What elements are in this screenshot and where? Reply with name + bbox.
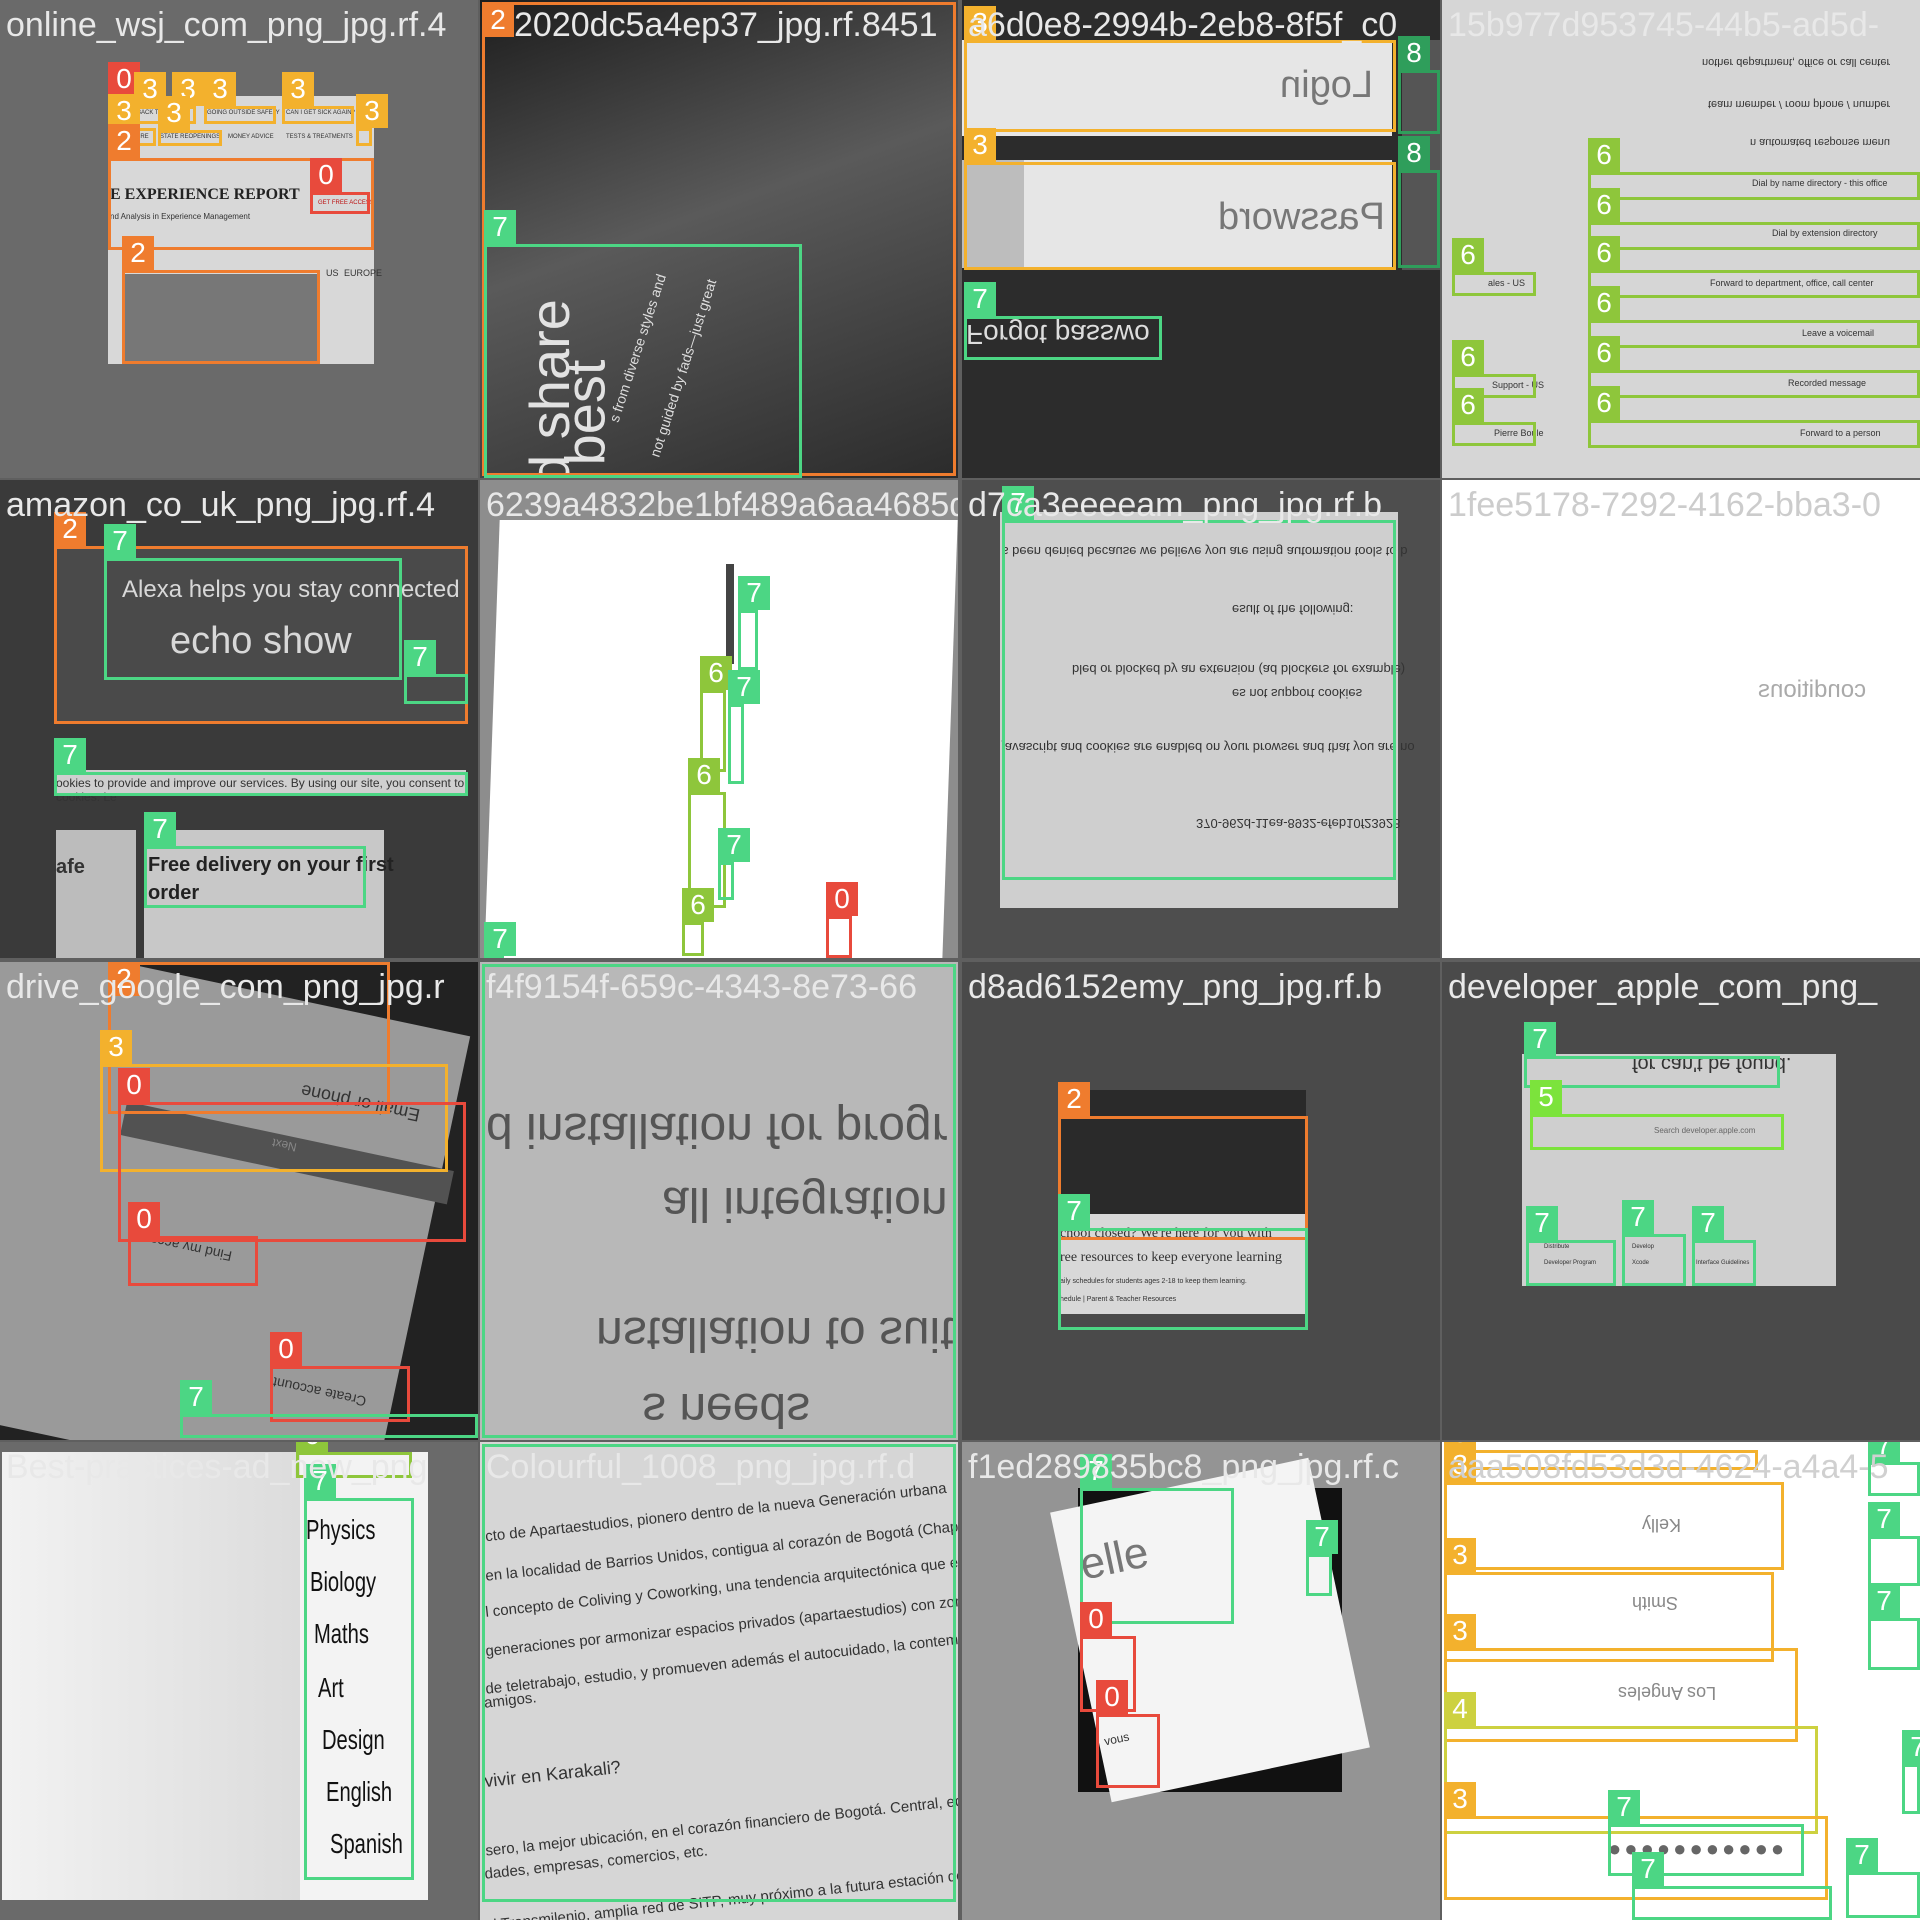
nav-item: MONEY ADVICE <box>228 134 274 140</box>
tile-subjects: Physics Biology Maths Art Design English… <box>0 1442 478 1920</box>
bbox-class7: 7 <box>964 282 1162 360</box>
tile-developer-apple: for can't be found. Search developer.app… <box>1442 962 1920 1440</box>
conditions-text: conditions <box>1758 676 1867 703</box>
tile-google-drive: Email or phone Next Find my account Crea… <box>0 962 478 1440</box>
bbox-class6: 6 <box>1588 386 1920 448</box>
tile-illustration: elle vous 7 7 0 0 f1ed289835bc8_png_jpg.… <box>962 1442 1440 1920</box>
bbox-class7: 7 <box>304 1464 414 1880</box>
bbox-class7: 7 <box>144 812 366 908</box>
tile-title: amazon_co_uk_png_jpg.rf.4 <box>6 486 436 524</box>
tile-title: d8ad6152emy_png_jpg.rf.b <box>968 968 1382 1006</box>
bbox-class6: 6 <box>1588 236 1920 298</box>
bbox-class7: 7 <box>1868 1584 1920 1670</box>
bbox-class3: 3 <box>356 94 388 146</box>
bbox-class7: 7 <box>1058 1194 1308 1330</box>
tile-title: f4f9154f-659c-4343-8e73-66 <box>486 968 917 1006</box>
bbox-class3: 3 <box>204 72 276 124</box>
bbox-class7: 7 <box>1868 1502 1920 1586</box>
tile-photo-quote: d share best s from diverse styles and n… <box>480 0 958 478</box>
tile-phone-menu: nother department, office or call center… <box>1442 0 1920 478</box>
bbox-class7 <box>482 964 956 1438</box>
door-image <box>2 1452 300 1900</box>
bbox-class3: 3 <box>964 6 1396 132</box>
bbox-class7: 7 <box>1692 1206 1756 1286</box>
bbox-class7: 7 <box>1524 1022 1780 1088</box>
bbox-class7: 7 <box>104 524 402 680</box>
bbox-class3: 3 <box>158 96 222 146</box>
page-sidebar-strip <box>726 564 734 664</box>
bbox-class7: 7 <box>484 922 516 958</box>
bbox-class7: 7 <box>1846 1838 1920 1918</box>
tile-title: a6d0e8-2994b-2eb8-8f5f_c0 <box>968 6 1398 44</box>
bbox-class2: 2 <box>1058 1082 1308 1240</box>
tile-title: 2020dc5a4ep37_jpg.rf.8451 <box>514 6 938 44</box>
tile-amazon: Alexa helps you stay connected echo show… <box>0 480 478 958</box>
bbox-class6: 6 <box>1588 188 1920 250</box>
bbox-class6: 6 <box>1588 138 1920 200</box>
bbox-class7: 7 <box>404 640 468 704</box>
bbox-class7: 7 <box>1306 1520 1338 1596</box>
bbox-class7: 7 <box>54 738 468 796</box>
nav-item: TESTS & TREATMENTS <box>286 134 353 140</box>
bbox-class5: 5 <box>1530 1080 1784 1150</box>
bbox-class0: 0 <box>826 882 858 958</box>
bbox-class7: 7 <box>718 828 750 900</box>
tile-title: drive_google_com_png_jpg.r <box>6 968 445 1006</box>
bbox-class7 <box>482 1444 956 1902</box>
tile-blank: conditions 1fee5178-7292-4162-bba3-0 <box>1442 480 1920 958</box>
menu-line: team member / room phone / number <box>1708 98 1891 110</box>
tile-title: Colourful_1008_png_jpg.rf.d <box>486 1448 916 1486</box>
tile-skewed-page: 7 6 7 6 7 6 0 7 6239a4832be1bf489a6aa468… <box>480 480 958 958</box>
bbox-class2: 2 <box>122 236 320 364</box>
us-tab: US <box>326 268 339 278</box>
tile-title: 1fee5178-7292-4162-bba3-0 <box>1448 486 1881 524</box>
annotation-grid: E EXPERIENCE REPORT nd Analysis in Exper… <box>0 0 1920 1920</box>
tile-wsj: E EXPERIENCE REPORT nd Analysis in Exper… <box>0 0 478 478</box>
bbox-class0: 0 <box>118 1068 466 1242</box>
bbox-class7: 7 <box>1902 1730 1920 1814</box>
menu-line: nother department, office or call center <box>1702 56 1891 68</box>
bbox-class6: 6 <box>1588 336 1920 398</box>
tile-login: Login Password Forgot passwo 3 3 7 8 8 a… <box>962 0 1440 478</box>
bbox-class8: 8 <box>1398 36 1440 134</box>
tile-title: Best-practices-ad_new_png <box>6 1448 428 1486</box>
bbox-class7: 7 <box>1526 1206 1616 1286</box>
bbox-class0: 0 <box>310 158 370 214</box>
europe-tab: EUROPE <box>344 268 383 278</box>
tile-form-fields: Kelly Smith Los Angeles ●●●●●●●●●●● 3 3 … <box>1442 1442 1920 1920</box>
card-left-text: afe <box>56 856 85 878</box>
tile-installation: d installation for progr all integration… <box>480 962 958 1440</box>
tile-school-closed: chool closed? We're here for you with re… <box>962 962 1440 1440</box>
bbox-class6: 6 <box>1452 388 1536 446</box>
tile-title: 15b977d953745-44b5-ad5d- <box>1448 6 1880 44</box>
card-left <box>56 830 136 958</box>
bbox-class7: 7 <box>738 576 770 670</box>
bbox-class7: 7 <box>1002 486 1396 880</box>
bbox-class3: 3 <box>964 128 1396 270</box>
bbox-class3: 3 <box>282 72 354 124</box>
bbox-class6: 6 <box>1452 238 1536 296</box>
bbox-class3: 3 <box>1444 1448 1784 1570</box>
tile-title: 6239a4832be1bf489a6aa4685d7 <box>486 486 958 524</box>
bbox-class6: 6 <box>1588 286 1920 348</box>
bbox-class7: 7 <box>1632 1852 1832 1920</box>
menu-line: n automated response menu <box>1750 136 1891 148</box>
bbox-class7: 7 <box>484 210 802 478</box>
tile-title: f1ed289835bc8_png_jpg.rf.c <box>968 1448 1400 1486</box>
tile-access-denied: s been denied because we believe you are… <box>962 480 1440 958</box>
bbox-class8: 8 <box>1398 136 1440 268</box>
tile-title: d7ca3eeeeam_png_jpg.rf.b <box>968 486 1382 524</box>
bbox-class0: 0 <box>128 1202 258 1286</box>
bbox-class0: 0 <box>1096 1680 1160 1788</box>
bbox-class7: 7 <box>180 1380 478 1438</box>
tile-title: online_wsj_com_png_jpg.rf.4 <box>6 6 447 44</box>
tile-title: developer_apple_com_png_ <box>1448 968 1878 1006</box>
tile-spanish-text: cto de Apartaestudios, pionero dentro de… <box>480 1442 958 1920</box>
tile-title: aaa508fd53d3d-4624-a4a4-5 <box>1448 1448 1889 1486</box>
bbox-class7: 7 <box>728 670 760 784</box>
bbox-class6: 6 <box>682 888 714 956</box>
bbox-class7: 7 <box>1622 1200 1686 1286</box>
